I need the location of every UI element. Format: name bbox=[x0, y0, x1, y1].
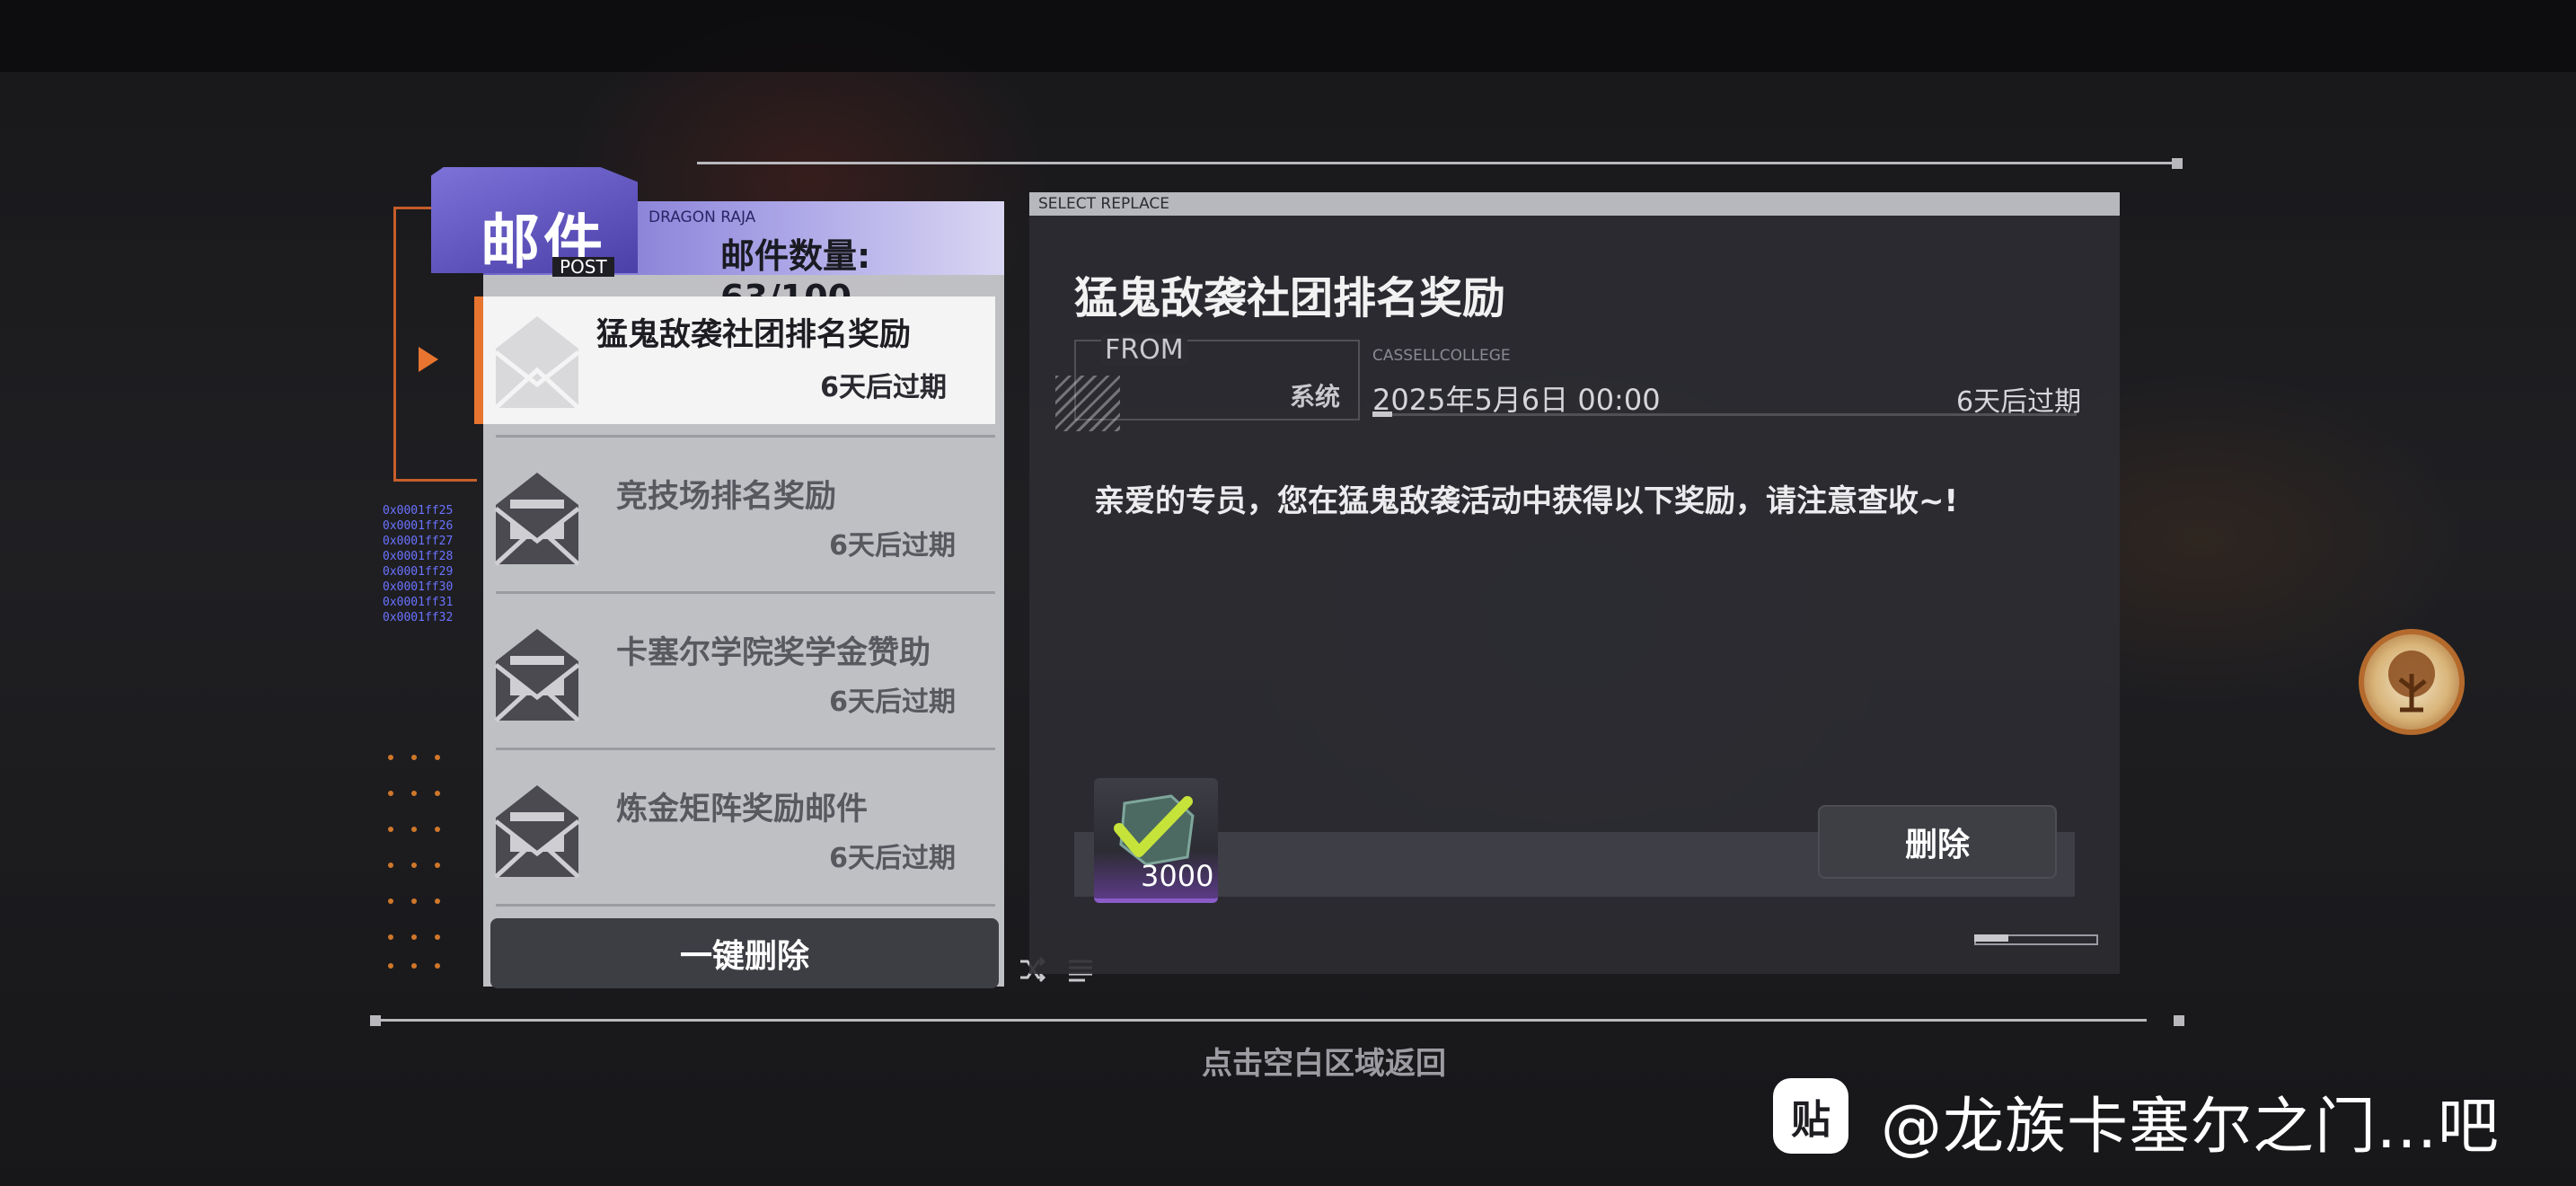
mail-expiry: 6天后过期 bbox=[829, 530, 956, 562]
watermark-logo: 贴 bbox=[1773, 1078, 1848, 1154]
envelope-icon bbox=[494, 316, 580, 410]
scroll-thumb[interactable] bbox=[1974, 934, 2008, 942]
mail-item[interactable]: 炼金矩阵奖励邮件 6天后过期 bbox=[483, 758, 1004, 902]
frame-corner-bottom-left bbox=[370, 1015, 381, 1026]
selection-arrow-icon bbox=[419, 347, 438, 372]
mail-subject: 卡塞尔学院奖学金赞助 bbox=[616, 635, 931, 671]
select-replace-tag: SELECT REPLACE bbox=[1038, 195, 1170, 213]
from-label: FROM bbox=[1101, 334, 1187, 366]
envelope-icon bbox=[494, 473, 580, 566]
mail-expiry: 6天后过期 bbox=[829, 843, 956, 874]
delete-all-button[interactable]: 一键删除 bbox=[490, 918, 999, 988]
post-tag: POST bbox=[552, 257, 614, 277]
mail-item-selected[interactable]: 猛鬼敌袭社团排名奖励 6天后过期 bbox=[474, 296, 995, 424]
list-divider bbox=[496, 904, 995, 907]
mail-item[interactable]: 卡塞尔学院奖学金赞助 6天后过期 bbox=[483, 602, 1004, 746]
envelope-icon bbox=[494, 629, 580, 722]
mail-subject: 炼金矩阵奖励邮件 bbox=[616, 792, 869, 828]
envelope-icon bbox=[494, 785, 580, 879]
reward-item[interactable]: 3000 bbox=[1094, 778, 1218, 903]
frame-corner-top bbox=[2172, 158, 2183, 169]
mail-body: 亲爱的专员，您在猛鬼敌袭活动中获得以下奖励，请注意查收~! bbox=[1094, 483, 1958, 519]
date-underline bbox=[1372, 413, 2077, 416]
mail-expiry: 6天后过期 bbox=[820, 372, 947, 403]
mail-detail-title: 猛鬼敌袭社团排名奖励 bbox=[1074, 273, 1506, 323]
mail-subject: 猛鬼敌袭社团排名奖励 bbox=[596, 317, 912, 353]
mail-item[interactable]: 竞技场排名奖励 6天后过期 bbox=[483, 446, 1004, 589]
frame-corner-bottom-right bbox=[2174, 1015, 2184, 1026]
list-divider bbox=[496, 435, 995, 438]
list-divider bbox=[496, 748, 995, 750]
frame-line-bottom bbox=[374, 1019, 2147, 1022]
detail-header-bar bbox=[1029, 192, 2120, 216]
sender-name: 系统 bbox=[1290, 382, 1341, 412]
college-tag: CASSELLCOLLEGE bbox=[1372, 347, 1511, 365]
watermark-text: @龙族卡塞尔之门...吧 bbox=[1881, 1092, 2500, 1163]
mail-panel-header: 邮件 POST DRAGON RAJA 邮件数量: 63/100 bbox=[422, 167, 1004, 317]
brand-tag: DRAGON RAJA bbox=[648, 208, 756, 226]
delete-button[interactable]: 删除 bbox=[1818, 805, 2057, 879]
mail-subject: 竞技场排名奖励 bbox=[616, 479, 837, 515]
list-divider bbox=[496, 591, 995, 594]
date-underline-mark bbox=[1372, 412, 1392, 417]
tree-icon bbox=[2388, 651, 2435, 712]
hex-log: 0x0001ff25 0x0001ff26 0x0001ff27 0x0001f… bbox=[383, 504, 454, 624]
reward-quantity: 3000 bbox=[1141, 859, 1214, 893]
tree-emblem-button[interactable] bbox=[2359, 629, 2465, 735]
frame-line-top bbox=[697, 162, 2181, 164]
mail-expiry: 6天后过期 bbox=[829, 686, 956, 718]
